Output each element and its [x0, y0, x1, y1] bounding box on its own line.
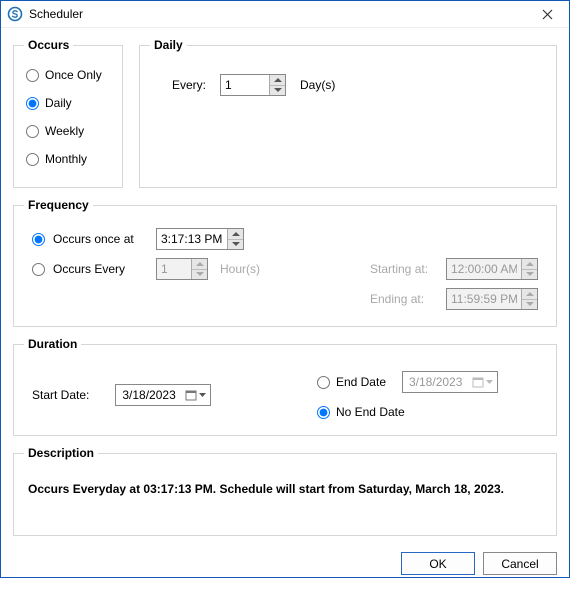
start-date-value: 3/18/2023 [122, 388, 175, 402]
duration-legend: Duration [24, 337, 81, 351]
spin-down-icon[interactable] [270, 86, 285, 96]
every-days-spinner[interactable] [220, 74, 286, 96]
spin-up-icon[interactable] [228, 229, 243, 240]
spin-down-icon [522, 270, 537, 280]
duration-group: Duration Start Date: 3/18/2023 End Date [13, 337, 557, 436]
spin-up-icon[interactable] [270, 75, 285, 86]
description-group: Description Occurs Everyday at 03:17:13 … [13, 446, 557, 536]
calendar-dropdown-icon [472, 376, 493, 388]
content-area: Occurs Once Only Daily Weekly [1, 28, 569, 544]
spin-down-icon[interactable] [228, 240, 243, 250]
spin-up-icon [192, 259, 207, 270]
occurs-once-time-spinner[interactable] [156, 228, 244, 250]
start-date-picker[interactable]: 3/18/2023 [115, 384, 211, 406]
occurs-monthly-radio[interactable] [26, 153, 39, 166]
no-end-date-option[interactable]: No End Date [317, 405, 498, 419]
app-icon [7, 6, 23, 22]
spin-up-icon [522, 289, 537, 300]
titlebar: Scheduler [1, 1, 569, 28]
calendar-dropdown-icon[interactable] [185, 389, 206, 401]
spin-down-icon [192, 270, 207, 280]
end-date-label: End Date [336, 375, 386, 389]
footer: OK Cancel [1, 544, 569, 589]
occurs-weekly-radio[interactable] [26, 125, 39, 138]
occurs-daily[interactable]: Daily [26, 96, 110, 110]
spin-up-icon [522, 259, 537, 270]
occurs-once-only-radio[interactable] [26, 69, 39, 82]
spinner-buttons [521, 289, 537, 309]
spinner-buttons[interactable] [227, 229, 243, 249]
starting-at-label: Starting at: [370, 262, 434, 276]
scheduler-dialog: Scheduler Occurs Once Only Daily [0, 0, 570, 578]
end-date-option[interactable]: End Date [317, 375, 386, 389]
end-date-picker: 3/18/2023 [402, 371, 498, 393]
occurs-legend: Occurs [24, 38, 73, 52]
spin-down-icon [522, 300, 537, 310]
occurs-once-at-label: Occurs once at [53, 232, 134, 246]
spinner-buttons [521, 259, 537, 279]
daily-group: Daily Every: Day(s) [139, 38, 557, 188]
window-title: Scheduler [29, 7, 527, 21]
occurs-weekly-label: Weekly [45, 124, 84, 138]
occurs-every-value-input [157, 259, 191, 279]
every-days-input[interactable] [221, 75, 269, 95]
end-date-radio[interactable] [317, 376, 330, 389]
frequency-legend: Frequency [24, 198, 93, 212]
occurs-every-radio[interactable] [32, 263, 45, 276]
no-end-date-radio[interactable] [317, 406, 330, 419]
ok-button[interactable]: OK [401, 552, 475, 575]
occurs-once-at-radio[interactable] [32, 233, 45, 246]
occurs-monthly-label: Monthly [45, 152, 87, 166]
ending-at-label: Ending at: [370, 292, 434, 306]
occurs-once-time-input[interactable] [157, 229, 227, 249]
start-date-label: Start Date: [32, 388, 89, 402]
close-button[interactable] [527, 1, 567, 27]
cancel-button[interactable]: Cancel [483, 552, 557, 575]
spinner-buttons[interactable] [269, 75, 285, 95]
hours-label: Hour(s) [220, 262, 260, 276]
occurs-group: Occurs Once Only Daily Weekly [13, 38, 123, 188]
description-text: Occurs Everyday at 03:17:13 PM. Schedule… [24, 472, 546, 496]
description-legend: Description [24, 446, 98, 460]
ending-at-input [447, 289, 521, 309]
occurs-every-label: Occurs Every [53, 262, 125, 276]
starting-at-input [447, 259, 521, 279]
every-label: Every: [172, 78, 206, 92]
end-date-value: 3/18/2023 [409, 375, 462, 389]
no-end-date-label: No End Date [336, 405, 405, 419]
occurs-weekly[interactable]: Weekly [26, 124, 110, 138]
days-label: Day(s) [300, 78, 335, 92]
occurs-daily-radio[interactable] [26, 97, 39, 110]
occurs-once-only-label: Once Only [45, 68, 102, 82]
occurs-daily-label: Daily [45, 96, 72, 110]
daily-legend: Daily [150, 38, 187, 52]
occurs-monthly[interactable]: Monthly [26, 152, 110, 166]
spinner-buttons [191, 259, 207, 279]
frequency-group: Frequency Occurs once at Occurs [13, 198, 557, 327]
occurs-every-spinner [156, 258, 208, 280]
ending-at-spinner [446, 288, 538, 310]
starting-at-spinner [446, 258, 538, 280]
occurs-once-only[interactable]: Once Only [26, 68, 110, 82]
